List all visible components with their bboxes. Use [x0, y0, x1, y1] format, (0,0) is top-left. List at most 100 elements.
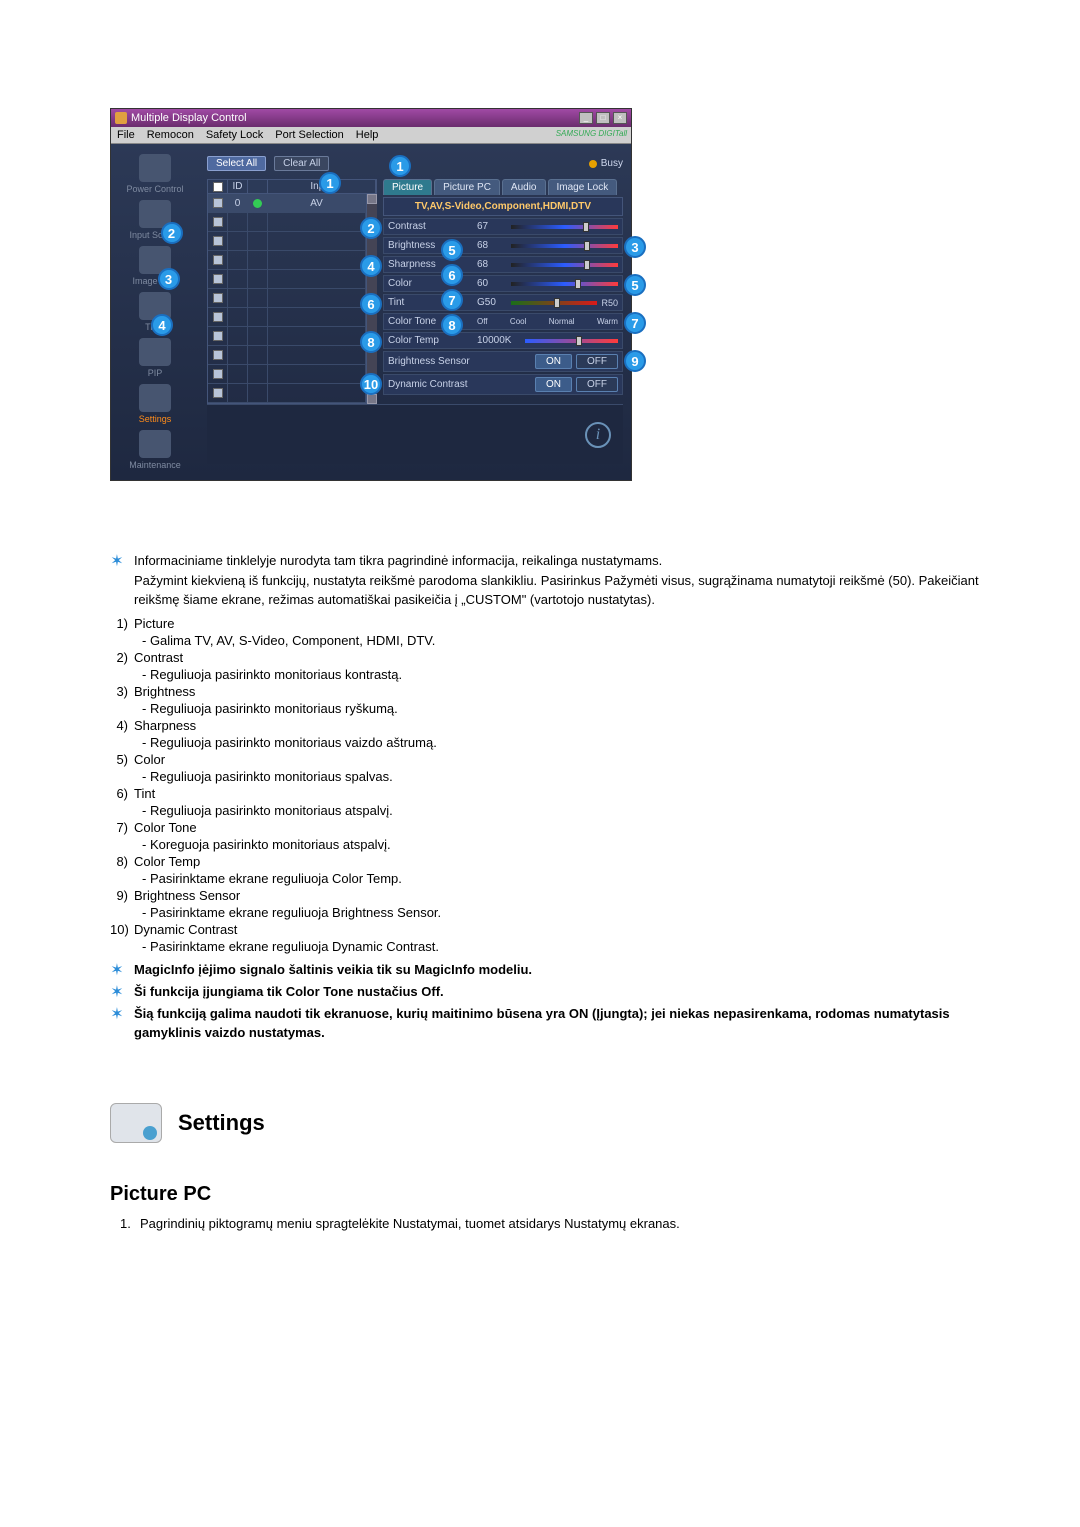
row-checkbox[interactable] — [213, 369, 223, 379]
info-note: ✶ Informaciniame tinklelyje nurodyta tam… — [110, 551, 1020, 610]
grid-row[interactable] — [208, 232, 366, 251]
tab-image-lock[interactable]: Image Lock — [548, 179, 618, 195]
menu-remocon[interactable]: Remocon — [147, 129, 194, 141]
star-icon: ✶ — [110, 551, 124, 571]
sharpness-slider[interactable] — [511, 263, 618, 267]
list-desc: - Reguliuoja pasirinkto monitoriaus atsp… — [142, 803, 1020, 818]
row-checkbox[interactable] — [213, 217, 223, 227]
callout-1-top: 1 — [319, 172, 341, 194]
power-icon — [139, 154, 171, 182]
minimize-button[interactable]: _ — [579, 112, 593, 124]
grid-row[interactable] — [208, 251, 366, 270]
menu-safety-lock[interactable]: Safety Lock — [206, 129, 263, 141]
callout-g7: 7 — [441, 289, 463, 311]
sidebar-item-power-control[interactable]: Power Control — [126, 154, 183, 194]
sidebar-item-image-size[interactable]: Image Size 3 — [132, 246, 177, 286]
close-button[interactable]: × — [613, 112, 627, 124]
steps-list: 1. Pagrindinių piktogramų meniu spragtel… — [120, 1216, 1020, 1231]
list-num: 8) — [110, 854, 134, 886]
row-checkbox[interactable] — [213, 350, 223, 360]
tone-opt[interactable]: Off — [477, 317, 488, 326]
callout-3: 3 — [158, 268, 180, 290]
busy-indicator: Busy — [589, 158, 623, 169]
sidebar-item-pip[interactable]: PIP — [139, 338, 171, 378]
grid-row[interactable] — [208, 327, 366, 346]
callout-g5: 5 — [441, 239, 463, 261]
grid-row[interactable] — [208, 365, 366, 384]
contrast-slider[interactable] — [511, 225, 618, 229]
tint-slider[interactable] — [511, 301, 597, 305]
callout-r3: 3 — [624, 236, 646, 258]
app-icon — [115, 112, 127, 124]
info-icon[interactable]: i — [585, 422, 611, 448]
sharpness-row: 4 Sharpness 68 — [383, 256, 623, 273]
busy-dot-icon — [589, 160, 597, 168]
grid-row[interactable] — [208, 384, 366, 403]
maximize-button[interactable]: □ — [596, 112, 610, 124]
note-row: ✶ Ši funkcija įjungiama tik Color Tone n… — [110, 982, 1020, 1002]
grid-row[interactable] — [208, 270, 366, 289]
scroll-down-icon[interactable] — [367, 394, 377, 404]
list-title: Picture — [134, 616, 1020, 631]
note-row: ✶ MagicInfo įėjimo signalo šaltinis veik… — [110, 960, 1020, 980]
row-checkbox[interactable] — [213, 198, 223, 208]
color-slider[interactable] — [511, 282, 618, 286]
contrast-label: Contrast — [388, 221, 473, 232]
step-num: 1. — [120, 1216, 140, 1231]
settings-icon — [139, 384, 171, 412]
grid-header-status — [248, 180, 268, 193]
grid-row[interactable] — [208, 213, 366, 232]
brightness-sensor-label: Brightness Sensor — [388, 356, 480, 367]
sidebar-label: Maintenance — [129, 460, 181, 470]
tone-opt[interactable]: Cool — [510, 317, 526, 326]
row-checkbox[interactable] — [213, 331, 223, 341]
list-desc: - Reguliuoja pasirinkto monitoriaus spal… — [142, 769, 1020, 784]
list-desc: - Reguliuoja pasirinkto monitoriaus ryšk… — [142, 701, 1020, 716]
menu-help[interactable]: Help — [356, 129, 379, 141]
app-window: Multiple Display Control _ □ × File Remo… — [110, 108, 632, 481]
scroll-up-icon[interactable] — [367, 194, 377, 204]
color-temp-value: 10000K — [477, 335, 521, 346]
sidebar-item-input-source[interactable]: Input Source 2 — [129, 200, 180, 240]
row-checkbox[interactable] — [213, 312, 223, 322]
clear-all-button[interactable]: Clear All — [274, 156, 329, 171]
grid-row[interactable] — [208, 308, 366, 327]
color-tone-selector[interactable]: Off Cool Normal Warm — [477, 317, 618, 327]
sidebar-item-time[interactable]: Time 4 — [139, 292, 171, 332]
dynamic-contrast-off[interactable]: OFF — [576, 377, 618, 392]
row-checkbox[interactable] — [213, 293, 223, 303]
grid-row[interactable] — [208, 346, 366, 365]
grid-row[interactable]: 0 AV — [208, 194, 366, 213]
list-num: 6) — [110, 786, 134, 818]
sidebar-item-settings[interactable]: Settings — [139, 384, 172, 424]
window-buttons: _ □ × — [579, 112, 627, 124]
tab-picture[interactable]: Picture — [383, 179, 432, 195]
menu-file[interactable]: File — [117, 129, 135, 141]
display-grid: ID Input 0 AV — [207, 179, 377, 404]
row-checkbox[interactable] — [213, 236, 223, 246]
titlebar: Multiple Display Control _ □ × — [111, 109, 631, 127]
tab-audio[interactable]: Audio — [502, 179, 546, 195]
sidebar-item-maintenance[interactable]: Maintenance — [129, 430, 181, 470]
color-temp-slider[interactable] — [525, 339, 618, 343]
pip-icon — [139, 338, 171, 366]
row-checkbox[interactable] — [213, 255, 223, 265]
brightness-sensor-on[interactable]: ON — [535, 354, 572, 369]
grid-row[interactable] — [208, 289, 366, 308]
menu-port-selection[interactable]: Port Selection — [275, 129, 343, 141]
tone-opt[interactable]: Normal — [549, 317, 575, 326]
row-checkbox[interactable] — [213, 388, 223, 398]
callout-r10: 10 — [360, 373, 382, 395]
description: ✶ Informaciniame tinklelyje nurodyta tam… — [110, 551, 1020, 1043]
select-all-button[interactable]: Select All — [207, 156, 266, 171]
brightness-slider[interactable] — [511, 244, 618, 248]
list-num: 1) — [110, 616, 134, 648]
list-title: Color Tone — [134, 820, 1020, 835]
tone-opt[interactable]: Warm — [597, 317, 618, 326]
row-checkbox[interactable] — [213, 274, 223, 284]
sidebar-label: PIP — [148, 368, 163, 378]
sharpness-value: 68 — [477, 259, 507, 270]
tab-picture-pc[interactable]: Picture PC — [434, 179, 500, 195]
brightness-sensor-off[interactable]: OFF — [576, 354, 618, 369]
dynamic-contrast-on[interactable]: ON — [535, 377, 572, 392]
